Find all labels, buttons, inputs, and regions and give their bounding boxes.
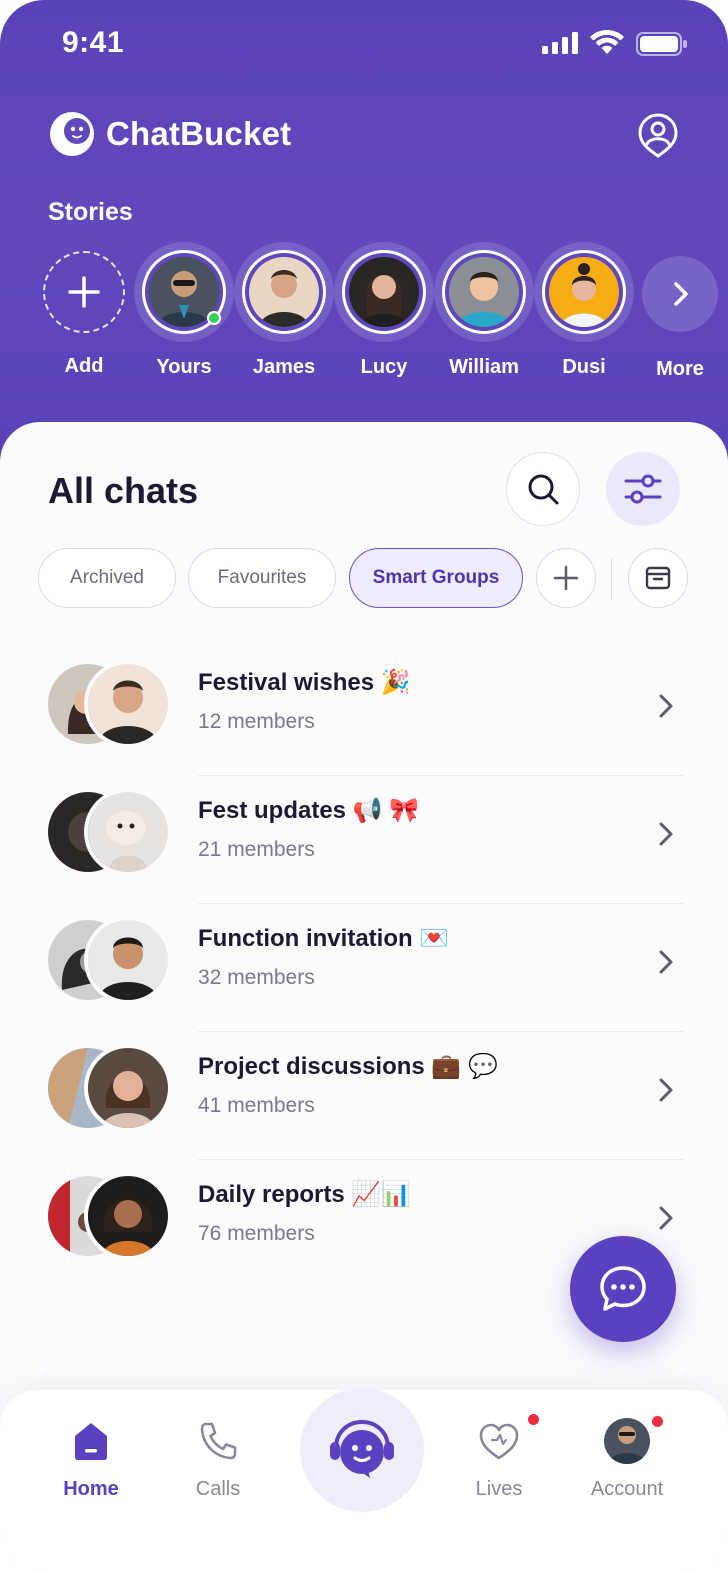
- notification-dot: [652, 1416, 663, 1427]
- phone-screen: 9:41 ChatBucket Stories Add Yours James …: [0, 0, 728, 1572]
- assistant-button[interactable]: [300, 1388, 424, 1512]
- account-avatar: [604, 1418, 650, 1464]
- group-avatars: [48, 1172, 178, 1260]
- chat-title: Function invitation 💌: [198, 925, 450, 952]
- chat-title: Festival wishes 🎉: [198, 669, 411, 696]
- story-james[interactable]: James: [234, 246, 334, 379]
- bottom-nav: Home Calls Lives Account: [0, 1388, 728, 1572]
- add-story-button[interactable]: [43, 251, 125, 333]
- signal-icon: [542, 32, 578, 54]
- avatar[interactable]: [442, 250, 526, 334]
- group-avatars: [48, 916, 178, 1004]
- app-name: ChatBucket: [106, 115, 292, 152]
- stories-title: Stories: [48, 198, 133, 226]
- archive-icon: [645, 566, 671, 590]
- add-filter-button[interactable]: [536, 548, 596, 608]
- chat-members: 12 members: [198, 710, 315, 733]
- status-time: 9:41: [62, 26, 125, 59]
- page-title: All chats: [48, 470, 199, 511]
- avatar: [84, 660, 172, 748]
- bot-face-icon: [330, 1419, 394, 1478]
- chip-archived[interactable]: Archived: [38, 548, 176, 608]
- list-item[interactable]: Festival wishes 🎉 12 members: [0, 648, 728, 776]
- story-add[interactable]: Add: [34, 246, 134, 378]
- chat-title: Daily reports 📈📊: [198, 1181, 412, 1208]
- chevron-right-icon: [659, 950, 673, 974]
- search-icon: [528, 474, 559, 505]
- chat-members: 76 members: [198, 1222, 315, 1245]
- online-indicator: [207, 311, 221, 325]
- heart-icon: [479, 1423, 519, 1460]
- chat-members: 32 members: [198, 966, 315, 989]
- list-item[interactable]: Project discussions 💼 💬 41 members: [0, 1032, 728, 1160]
- chat-bubble-icon: [600, 1266, 646, 1311]
- profile-pin-icon[interactable]: [636, 112, 680, 158]
- chevron-right-icon: [659, 1078, 673, 1102]
- list-item[interactable]: Fest updates 📢 🎀 21 members: [0, 776, 728, 904]
- plus-icon: [68, 276, 100, 308]
- story-label: William: [449, 356, 519, 378]
- nav-label: Calls: [195, 1478, 241, 1500]
- plus-icon: [553, 565, 579, 591]
- chevron-right-icon: [674, 282, 688, 306]
- nav-label: Account: [590, 1478, 664, 1500]
- chevron-right-icon: [659, 822, 673, 846]
- group-avatars: [48, 660, 178, 748]
- story-label: Dusi: [562, 356, 606, 378]
- avatar[interactable]: [342, 250, 426, 334]
- nav-account[interactable]: Account: [572, 1416, 682, 1501]
- archive-box-button[interactable]: [628, 548, 688, 608]
- nav-home[interactable]: Home: [36, 1416, 146, 1501]
- chat-title: Fest updates 📢 🎀: [198, 797, 420, 824]
- avatar[interactable]: [242, 250, 326, 334]
- header-area: 9:41 ChatBucket Stories Add Yours James …: [0, 0, 728, 470]
- story-yours[interactable]: Yours: [134, 246, 234, 379]
- chip-divider: [611, 558, 612, 600]
- story-label: More: [656, 358, 704, 380]
- avatar: [84, 788, 172, 876]
- chevron-right-icon: [659, 1206, 673, 1230]
- story-label: Lucy: [360, 356, 408, 378]
- stories-row: Add Yours James Lucy William Dusi More: [0, 246, 728, 396]
- avatar[interactable]: [542, 250, 626, 334]
- nav-label: Home: [63, 1478, 119, 1500]
- chatbucket-logo-icon: [50, 112, 94, 156]
- nav-calls[interactable]: Calls: [163, 1416, 273, 1501]
- story-more[interactable]: More: [630, 246, 728, 381]
- avatar[interactable]: [142, 250, 226, 334]
- group-avatars: [48, 1044, 178, 1132]
- more-stories-button[interactable]: [642, 256, 718, 332]
- chip-favourites[interactable]: Favourites: [188, 548, 336, 608]
- filter-button[interactable]: [606, 452, 680, 526]
- new-chat-fab[interactable]: [570, 1236, 676, 1342]
- notification-dot: [528, 1414, 539, 1425]
- chevron-right-icon: [659, 694, 673, 718]
- status-bar: 9:41: [0, 0, 728, 90]
- filter-chips: Archived Favourites Smart Groups: [38, 548, 698, 610]
- chat-members: 21 members: [198, 838, 315, 861]
- search-button[interactable]: [506, 452, 580, 526]
- brand: ChatBucket: [48, 110, 291, 158]
- list-item[interactable]: Function invitation 💌 32 members: [0, 904, 728, 1032]
- phone-icon: [200, 1422, 237, 1460]
- story-william[interactable]: William: [434, 246, 534, 379]
- sliders-icon: [624, 474, 662, 504]
- chip-smart-groups[interactable]: Smart Groups: [349, 548, 523, 608]
- chat-members: 41 members: [198, 1094, 315, 1117]
- avatar: [84, 1172, 172, 1260]
- home-icon: [75, 1423, 107, 1460]
- story-dusi[interactable]: Dusi: [534, 246, 634, 379]
- avatar: [84, 916, 172, 1004]
- nav-label: Lives: [475, 1478, 523, 1500]
- avatar: [84, 1044, 172, 1132]
- story-label: Add: [64, 355, 104, 377]
- chat-title: Project discussions 💼 💬: [198, 1053, 498, 1080]
- nav-lives[interactable]: Lives: [444, 1414, 554, 1501]
- story-label: Yours: [156, 356, 212, 378]
- wifi-icon: [590, 30, 624, 54]
- group-avatars: [48, 788, 178, 876]
- battery-icon: [636, 32, 687, 56]
- story-lucy[interactable]: Lucy: [334, 246, 434, 379]
- story-label: James: [252, 356, 316, 378]
